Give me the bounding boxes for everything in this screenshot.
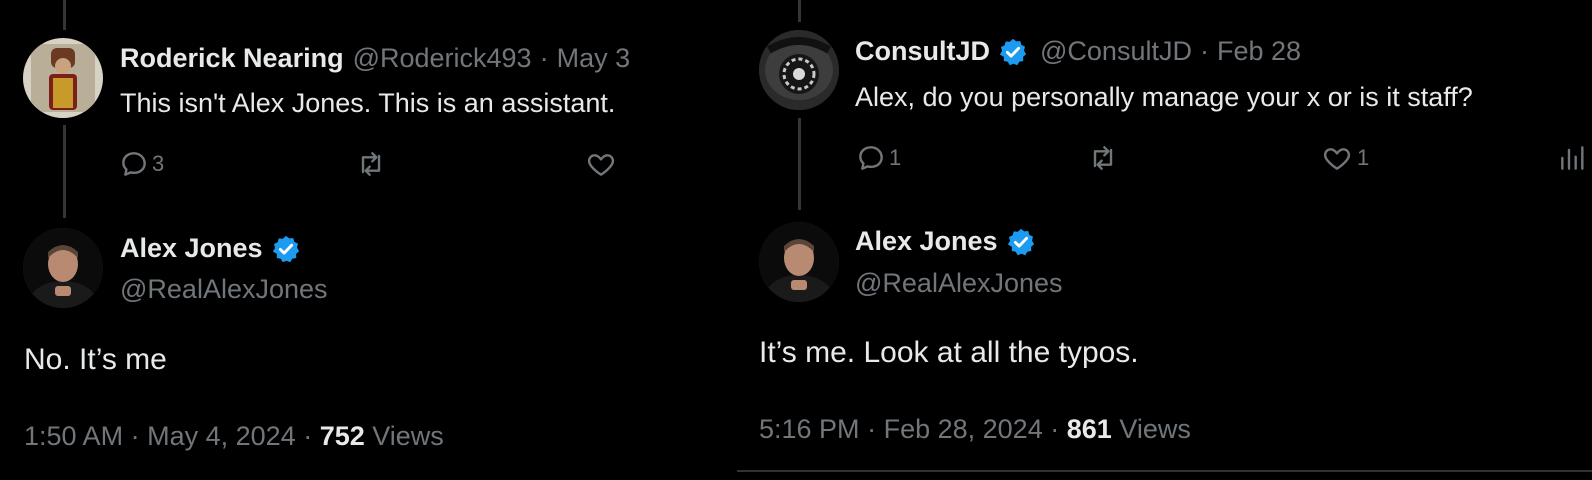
like-button[interactable] — [585, 148, 617, 180]
tweet-meta: 1:50 AM · May 4, 2024 · 752 Views — [24, 421, 444, 452]
separator-dot: · — [867, 414, 884, 444]
avatar-consultjd[interactable] — [759, 30, 839, 110]
left-tweet-panel: Roderick Nearing @Roderick493 · May 3 Th… — [0, 0, 737, 480]
analytics-icon — [1561, 146, 1584, 170]
verified-badge-icon — [998, 37, 1028, 67]
main-tweet-text: It’s me. Look at all the typos. — [759, 336, 1139, 369]
reply-count: 1 — [889, 145, 902, 170]
reply-author-handle[interactable]: @ConsultJD — [1040, 36, 1192, 67]
main-author-name[interactable]: Alex Jones — [855, 226, 998, 257]
separator-dot: · — [303, 421, 320, 451]
verified-badge-icon — [271, 234, 301, 264]
tweet-meta: 5:16 PM · Feb 28, 2024 · 861 Views — [759, 414, 1191, 445]
like-button[interactable]: 1 — [1321, 142, 1369, 174]
retweet-button[interactable] — [355, 148, 387, 180]
avatar-roderick[interactable] — [23, 38, 103, 118]
thread-line-top — [798, 0, 801, 22]
reply-icon — [859, 146, 883, 170]
retweet-icon — [1093, 146, 1113, 170]
reply-count: 3 — [152, 151, 165, 176]
reply-text: Alex, do you personally manage your x or… — [855, 82, 1473, 112]
retweet-icon — [361, 152, 381, 176]
thread-line — [63, 125, 66, 218]
separator-dot: · — [130, 421, 148, 451]
tweet-time[interactable]: 1:50 AM — [24, 421, 123, 451]
reply-date[interactable]: May 3 — [557, 43, 631, 74]
bottom-divider — [737, 470, 1592, 472]
verified-badge-icon — [1006, 227, 1036, 257]
views-label: Views — [1119, 414, 1191, 444]
reply-header: Roderick Nearing @Roderick493 · May 3 — [120, 43, 630, 74]
avatar-alex-jones[interactable] — [23, 228, 103, 308]
reply-author-name[interactable]: ConsultJD — [855, 36, 990, 67]
heart-icon — [1323, 148, 1351, 170]
views-label: Views — [372, 421, 444, 451]
main-author-row: Alex Jones — [120, 233, 301, 264]
separator-dot: · — [1199, 36, 1209, 66]
main-author-name[interactable]: Alex Jones — [120, 233, 263, 264]
separator-dot: · — [539, 43, 549, 73]
reply-icon — [122, 152, 146, 176]
thread-line-top — [63, 0, 66, 30]
avatar-alex-jones[interactable] — [759, 222, 839, 302]
right-tweet-panel: ConsultJD @ConsultJD · Feb 28 Alex, do y… — [737, 0, 1592, 480]
separator-dot: · — [1050, 414, 1067, 444]
reply-date[interactable]: Feb 28 — [1217, 36, 1301, 67]
reply-text: This isn't Alex Jones. This is an assist… — [120, 88, 616, 118]
main-author-handle[interactable]: @RealAlexJones — [855, 268, 1063, 299]
heart-icon — [587, 154, 615, 176]
tweet-date[interactable]: May 4, 2024 — [147, 421, 296, 451]
tweet-time[interactable]: 5:16 PM — [759, 414, 860, 444]
like-count: 1 — [1357, 145, 1370, 170]
views-count: 861 — [1066, 414, 1112, 444]
analytics-button[interactable] — [1557, 142, 1589, 174]
reply-button[interactable]: 1 — [855, 142, 901, 174]
retweet-button[interactable] — [1087, 142, 1119, 174]
main-author-row: Alex Jones — [855, 226, 1036, 257]
reply-header: ConsultJD @ConsultJD · Feb 28 — [855, 36, 1301, 67]
reply-author-name[interactable]: Roderick Nearing — [120, 43, 344, 74]
reply-author-handle[interactable]: @Roderick493 — [353, 43, 532, 74]
main-author-handle[interactable]: @RealAlexJones — [120, 274, 328, 305]
main-tweet-text: No. It’s me — [24, 343, 167, 376]
views-count: 752 — [319, 421, 365, 451]
reply-button[interactable]: 3 — [118, 148, 164, 180]
tweet-date[interactable]: Feb 28, 2024 — [884, 414, 1043, 444]
thread-line — [798, 118, 801, 210]
